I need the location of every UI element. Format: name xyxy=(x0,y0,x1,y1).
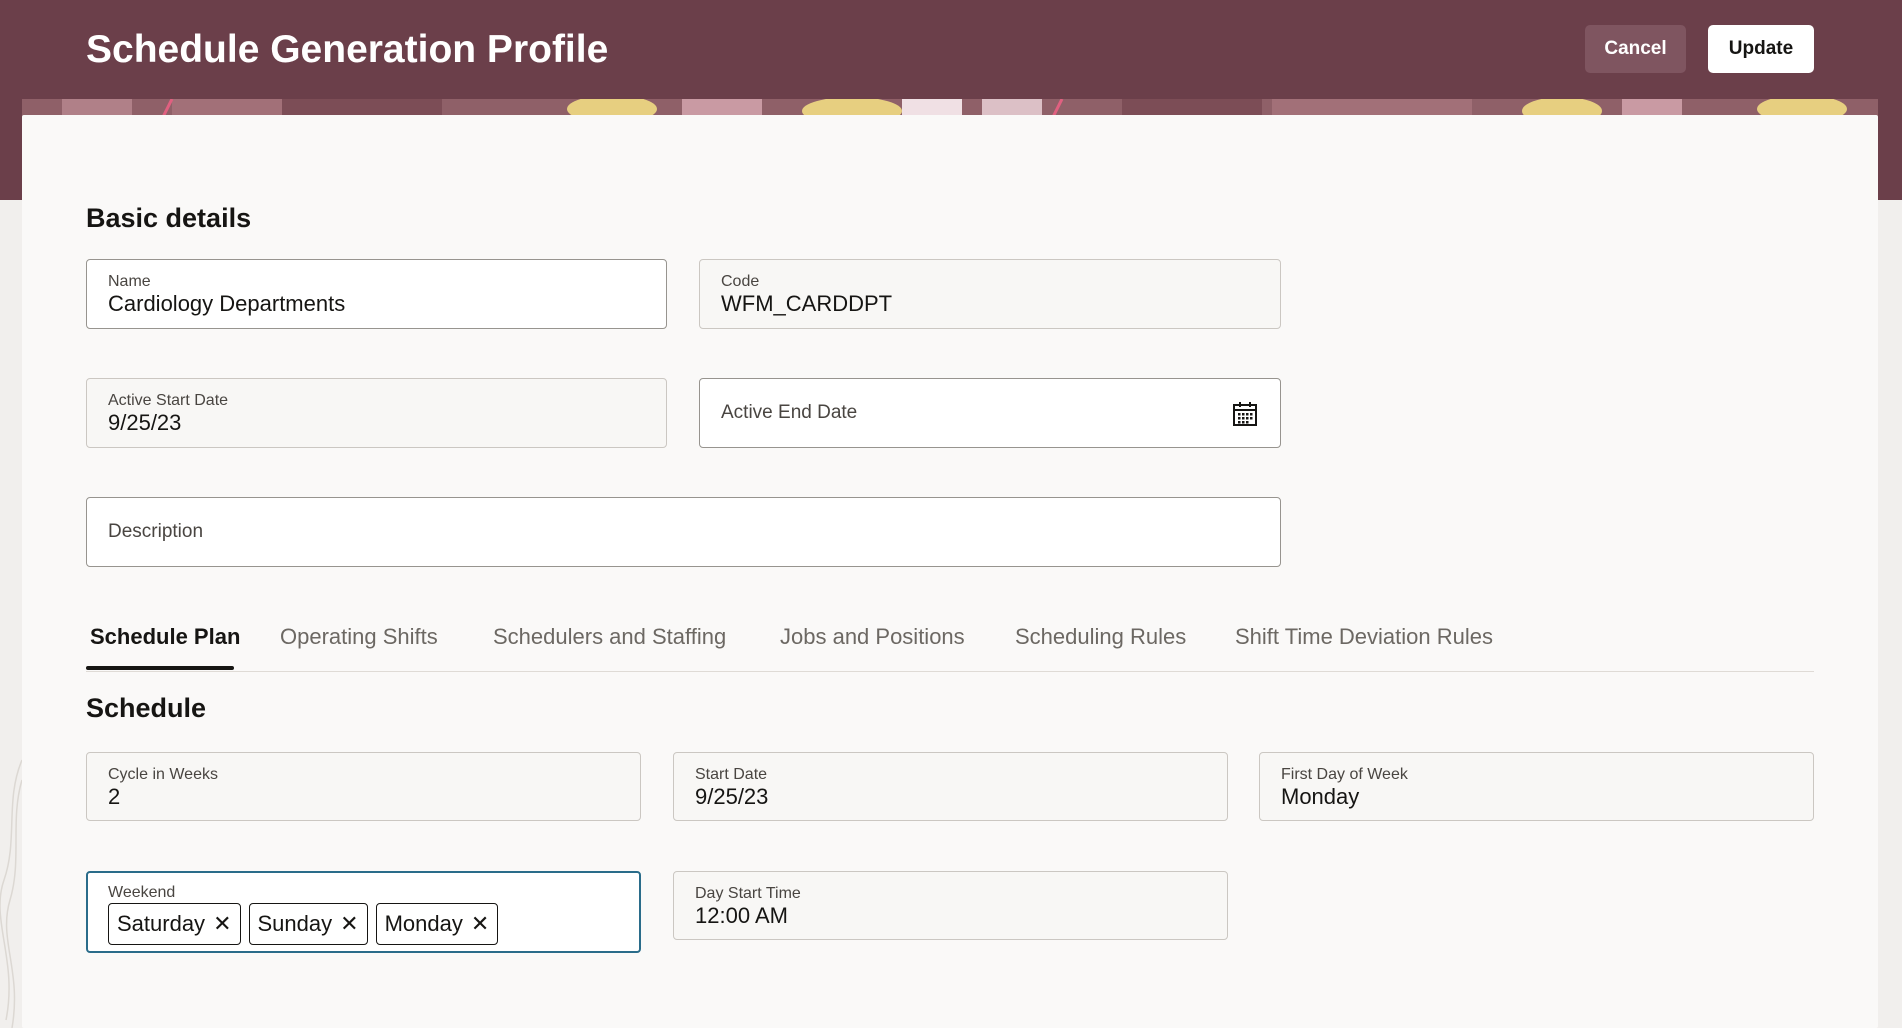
calendar-icon[interactable] xyxy=(1232,401,1258,427)
close-icon[interactable]: ✕ xyxy=(340,913,358,935)
name-label: Name xyxy=(108,273,151,290)
active-tab-indicator xyxy=(86,666,234,670)
weekend-label: Weekend xyxy=(108,884,176,901)
start-date-field[interactable]: Start Date 9/25/23 xyxy=(673,752,1228,821)
weekend-chips: Saturday ✕ Sunday ✕ Monday ✕ xyxy=(108,903,499,945)
first-day-of-week-value: Monday xyxy=(1281,784,1360,809)
update-button[interactable]: Update xyxy=(1708,25,1814,73)
code-field[interactable]: Code WFM_CARDDPT xyxy=(699,259,1281,329)
cycle-in-weeks-value: 2 xyxy=(108,784,121,809)
name-field[interactable]: Name Cardiology Departments xyxy=(86,259,667,329)
schedule-heading: Schedule xyxy=(86,693,207,723)
close-icon[interactable]: ✕ xyxy=(213,913,231,935)
code-value: WFM_CARDDPT xyxy=(721,291,893,316)
tab-jobs-and-positions[interactable]: Jobs and Positions xyxy=(780,624,965,650)
day-start-time-label: Day Start Time xyxy=(695,885,801,902)
description-label: Description xyxy=(108,521,204,542)
name-value: Cardiology Departments xyxy=(108,291,346,316)
tab-operating-shifts[interactable]: Operating Shifts xyxy=(280,624,438,650)
cycle-in-weeks-field[interactable]: Cycle in Weeks 2 xyxy=(86,752,641,821)
day-start-time-value: 12:00 AM xyxy=(695,903,788,928)
basic-details-heading: Basic details xyxy=(86,203,252,233)
close-icon[interactable]: ✕ xyxy=(471,913,489,935)
active-end-date-field[interactable]: Active End Date xyxy=(699,378,1281,448)
tab-shift-time-deviation-rules[interactable]: Shift Time Deviation Rules xyxy=(1235,624,1493,650)
weekend-field[interactable]: Weekend Saturday ✕ Sunday ✕ Monday ✕ xyxy=(86,871,641,953)
tab-schedulers-and-staffing[interactable]: Schedulers and Staffing xyxy=(493,624,726,650)
page-title: Schedule Generation Profile xyxy=(86,28,609,71)
active-start-date-field[interactable]: Active Start Date 9/25/23 xyxy=(86,378,667,448)
code-label: Code xyxy=(721,273,760,290)
weekend-chip: Sunday ✕ xyxy=(248,903,368,945)
active-start-date-label: Active Start Date xyxy=(108,392,229,409)
weekend-chip: Monday ✕ xyxy=(375,903,499,945)
first-day-of-week-field[interactable]: First Day of Week Monday xyxy=(1259,752,1814,821)
active-start-date-value: 9/25/23 xyxy=(108,410,182,435)
chip-label: Sunday xyxy=(257,911,333,936)
decorative-pattern-left xyxy=(0,759,22,1028)
tab-scheduling-rules[interactable]: Scheduling Rules xyxy=(1015,624,1186,650)
cycle-in-weeks-label: Cycle in Weeks xyxy=(108,766,218,783)
chip-label: Saturday xyxy=(117,911,206,936)
tab-bar: Schedule Plan Operating Shifts Scheduler… xyxy=(86,618,1814,672)
start-date-label: Start Date xyxy=(695,766,768,783)
tab-schedule-plan[interactable]: Schedule Plan xyxy=(90,624,240,650)
description-field[interactable]: Description xyxy=(86,497,1281,567)
day-start-time-field[interactable]: Day Start Time 12:00 AM xyxy=(673,871,1228,940)
start-date-value: 9/25/23 xyxy=(695,784,769,809)
chip-label: Monday xyxy=(384,911,463,936)
cancel-button[interactable]: Cancel xyxy=(1585,25,1686,73)
first-day-of-week-label: First Day of Week xyxy=(1281,766,1408,783)
active-end-date-label: Active End Date xyxy=(721,402,858,423)
weekend-chip: Saturday ✕ xyxy=(108,903,241,945)
